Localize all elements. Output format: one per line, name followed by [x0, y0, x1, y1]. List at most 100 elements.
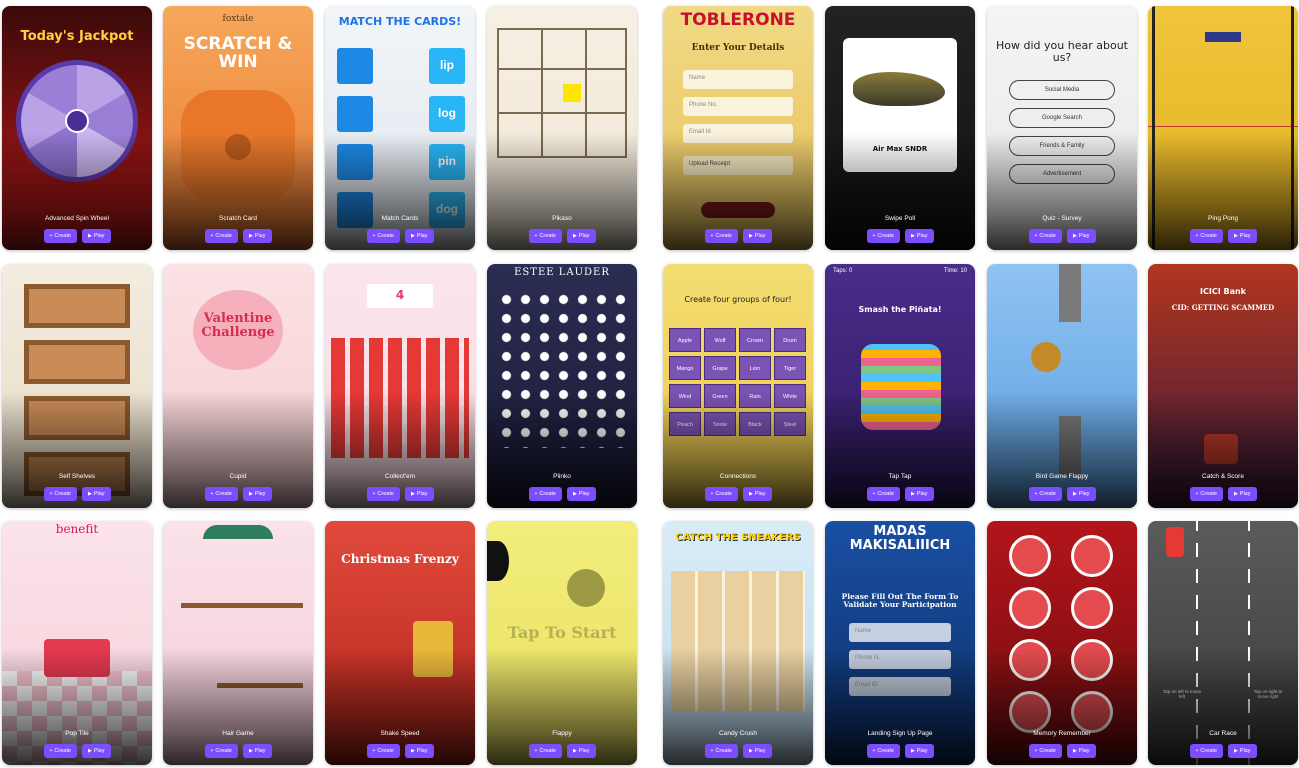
- create-button[interactable]: + Create: [366, 229, 400, 243]
- play-button[interactable]: ▶ Play: [81, 229, 111, 243]
- play-button[interactable]: ▶ Play: [404, 744, 434, 758]
- game-card-madas-form[interactable]: MADAS MAKISALIIICH Please Fill Out The Fo…: [825, 521, 975, 765]
- game-card-toblerone-form[interactable]: TOBLERONE Enter Your Details Name Phone No.…: [663, 6, 813, 250]
- play-button[interactable]: ▶ Play: [1227, 229, 1257, 243]
- form-field[interactable]: Name: [683, 70, 793, 89]
- game-card-scratch-card[interactable]: foxtale SCRATCH & WIN Scratch Card + Create ▶…: [163, 6, 313, 250]
- create-button[interactable]: + Create: [366, 487, 400, 501]
- create-button[interactable]: + Create: [704, 744, 738, 758]
- play-button[interactable]: ▶ Play: [742, 229, 772, 243]
- create-label: Create: [215, 491, 232, 497]
- create-button[interactable]: + Create: [866, 487, 900, 501]
- create-button[interactable]: + Create: [528, 744, 562, 758]
- game-card-self-shelves[interactable]: Self Shelves + Create ▶ Play: [2, 264, 152, 508]
- connection-tile[interactable]: Tiger: [774, 356, 806, 380]
- word-card[interactable]: lip: [429, 48, 465, 84]
- create-button[interactable]: + Create: [528, 487, 562, 501]
- quiz-option[interactable]: Social Media: [1009, 80, 1115, 100]
- create-button[interactable]: + Create: [528, 229, 562, 243]
- create-button[interactable]: + Create: [1189, 487, 1223, 501]
- play-label: Play: [93, 233, 105, 239]
- play-button[interactable]: ▶ Play: [904, 744, 934, 758]
- game-card-memory-remember[interactable]: Memory Remember + Create ▶ Play: [987, 521, 1137, 765]
- connection-tile[interactable]: Wolf: [704, 328, 736, 352]
- connection-tile[interactable]: Grape: [704, 356, 736, 380]
- play-button[interactable]: ▶ Play: [242, 487, 272, 501]
- connection-tile[interactable]: Apple: [669, 328, 701, 352]
- card-actions: + Create ▶ Play: [825, 744, 975, 758]
- card-actions: + Create ▶ Play: [325, 229, 475, 243]
- play-button[interactable]: ▶ Play: [566, 744, 596, 758]
- game-card-hair-game[interactable]: Hair Game + Create ▶ Play: [163, 521, 313, 765]
- play-button[interactable]: ▶ Play: [566, 487, 596, 501]
- play-button[interactable]: ▶ Play: [742, 487, 772, 501]
- play-label: Play: [416, 748, 428, 754]
- create-button[interactable]: + Create: [204, 744, 238, 758]
- create-label: Create: [54, 233, 71, 239]
- game-card-advanced-spin-wheel[interactable]: Today's Jackpot Advanced Spin Wheel + Creat…: [2, 6, 152, 250]
- play-button[interactable]: ▶ Play: [404, 487, 434, 501]
- game-card-tap-to-start[interactable]: Tap To Start Flappy + Create ▶ Play: [487, 521, 637, 765]
- play-button[interactable]: ▶ Play: [742, 744, 772, 758]
- play-button[interactable]: ▶ Play: [242, 229, 272, 243]
- create-button[interactable]: + Create: [43, 487, 77, 501]
- game-card-bird-game[interactable]: Bird Game Flappy + Create ▶ Play: [987, 264, 1137, 508]
- create-button[interactable]: + Create: [866, 744, 900, 758]
- create-button[interactable]: + Create: [43, 229, 77, 243]
- create-button[interactable]: + Create: [366, 744, 400, 758]
- play-button[interactable]: ▶ Play: [904, 229, 934, 243]
- play-label: Play: [1239, 491, 1251, 497]
- play-button[interactable]: ▶ Play: [404, 229, 434, 243]
- game-name: Match Cards: [381, 215, 419, 222]
- game-card-pop-tile[interactable]: benefit Pop Tile + Create ▶ Play: [2, 521, 152, 765]
- quiz-option[interactable]: Google Search: [1009, 108, 1115, 128]
- play-button[interactable]: ▶ Play: [566, 229, 596, 243]
- game-card-catch-and-score[interactable]: ICICI Bank CID: GETTING SCAMMED Catch & Sc…: [1148, 264, 1298, 508]
- create-button[interactable]: + Create: [1028, 487, 1062, 501]
- play-button[interactable]: ▶ Play: [1227, 744, 1257, 758]
- game-card-catch-sneakers[interactable]: CATCH THE SNEAKERS Candy Crush + Create ▶ Pla…: [663, 521, 813, 765]
- connection-tile[interactable]: Lion: [739, 356, 771, 380]
- connection-tile[interactable]: Mango: [669, 356, 701, 380]
- connection-tile[interactable]: Crown: [739, 328, 771, 352]
- play-label: Play: [754, 233, 766, 239]
- play-icon: ▶: [1233, 490, 1238, 497]
- shelf: [24, 284, 130, 328]
- game-card-collect-em[interactable]: 4 Collect'em + Create ▶ Play: [325, 264, 475, 508]
- game-card-swipe-poll[interactable]: Air Max SNDRSwipe Poll+Create▶Play: [825, 6, 975, 250]
- create-button[interactable]: + Create: [1028, 229, 1062, 243]
- create-button[interactable]: + Create: [1028, 744, 1062, 758]
- play-button[interactable]: ▶ Play: [81, 744, 111, 758]
- play-button[interactable]: ▶ Play: [1066, 229, 1096, 243]
- game-card-pikaso[interactable]: Pikaso + Create ▶ Play: [487, 6, 637, 250]
- create-button[interactable]: + Create: [704, 229, 738, 243]
- play-button[interactable]: ▶ Play: [81, 487, 111, 501]
- game-card-match-cards[interactable]: MATCH THE CARDS!liplogpindogMatch Cards+…: [325, 6, 475, 250]
- play-label: Play: [1078, 233, 1090, 239]
- play-button[interactable]: ▶ Play: [1066, 487, 1096, 501]
- game-card-plinko[interactable]: ESTEE LAUDER Plinko + Create ▶ Play: [487, 264, 637, 508]
- game-card-tap-tap[interactable]: Taps: 0 Time: 10 Smash the Piñata! Tap Tap +…: [825, 264, 975, 508]
- game-card-ping-pong[interactable]: Ping Pong + Create ▶ Play: [1148, 6, 1298, 250]
- play-button[interactable]: ▶ Play: [1227, 487, 1257, 501]
- game-card-connections[interactable]: Create four groups of four! Apple Wolf Crow…: [663, 264, 813, 508]
- create-button[interactable]: + Create: [204, 229, 238, 243]
- play-button[interactable]: ▶ Play: [904, 487, 934, 501]
- create-button[interactable]: + Create: [204, 487, 238, 501]
- game-name: Ping Pong: [1208, 215, 1238, 222]
- form-field[interactable]: Name: [849, 623, 951, 642]
- create-button[interactable]: + Create: [1189, 229, 1223, 243]
- game-card-quiz-survey[interactable]: How did you hear about us? Social Media Go…: [987, 6, 1137, 250]
- create-button[interactable]: + Create: [704, 487, 738, 501]
- play-button[interactable]: ▶ Play: [242, 744, 272, 758]
- create-button[interactable]: + Create: [43, 744, 77, 758]
- game-card-car-race[interactable]: Tap on left to move leftTap on right to …: [1148, 521, 1298, 765]
- word-card[interactable]: log: [429, 96, 465, 132]
- create-button[interactable]: + Create: [866, 229, 900, 243]
- game-card-cupid[interactable]: Valentine Challenge Cupid + Create ▶ Play: [163, 264, 313, 508]
- form-field[interactable]: Phone No.: [683, 97, 793, 116]
- connection-tile[interactable]: Drum: [774, 328, 806, 352]
- create-button[interactable]: + Create: [1189, 744, 1223, 758]
- game-card-christmas-frenzy[interactable]: Christmas Frenzy Shake Speed + Create ▶ Play: [325, 521, 475, 765]
- play-button[interactable]: ▶ Play: [1066, 744, 1096, 758]
